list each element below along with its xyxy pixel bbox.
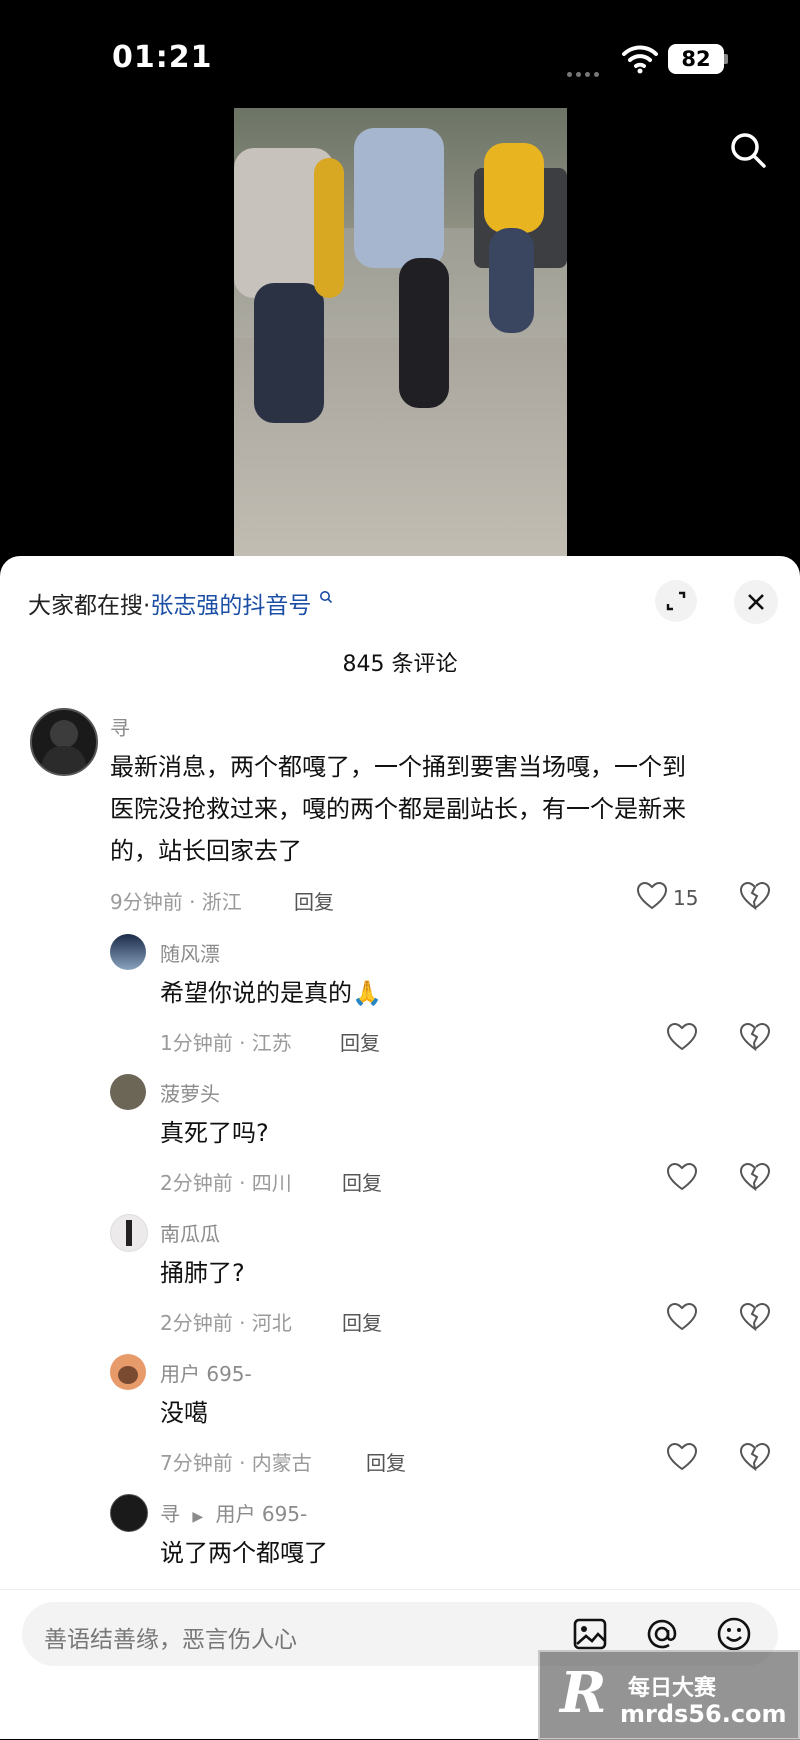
wifi-icon (622, 44, 658, 78)
reply-to-user[interactable]: 用户 695- (216, 1502, 308, 1526)
reply-button[interactable]: 回复 (294, 886, 334, 915)
heart-icon[interactable] (666, 1442, 698, 1475)
reply-username[interactable]: 用户 695- (160, 1358, 252, 1387)
comment-text-line: 医院没抢救过来，嘎的两个都是副站长，有一个是新来 (110, 795, 686, 823)
video-player[interactable] (234, 108, 567, 556)
search-suggestion-prefix: 大家都在搜· (28, 593, 151, 619)
expand-button[interactable] (655, 580, 697, 622)
heart-icon[interactable] (666, 1162, 698, 1195)
reply-username[interactable]: 南瓜瓜 (160, 1218, 220, 1247)
reply-text: 真死了吗? (160, 1119, 269, 1147)
broken-heart-icon[interactable] (739, 1442, 771, 1475)
comment-count: 845 条评论 (342, 652, 458, 677)
watermark-url: mrds56.com (620, 1700, 787, 1728)
comment-text-line: 最新消息，两个都嘎了，一个捅到要害当场嘎，一个到 (110, 753, 686, 781)
comment-text: 最新消息，两个都嘎了，一个捅到要害当场嘎，一个到 医院没抢救过来，嘎的两个都是副… (110, 746, 770, 872)
close-button[interactable] (734, 580, 778, 624)
status-time: 01:21 (112, 40, 213, 75)
reply-username[interactable]: 寻 ▶ 用户 695- (160, 1498, 307, 1527)
expand-icon (666, 591, 686, 611)
broken-heart-icon[interactable] (739, 881, 771, 914)
reply-button[interactable]: 回复 (340, 1027, 380, 1056)
reply-text: 捅肺了? (160, 1259, 245, 1287)
avatar[interactable] (110, 1074, 146, 1110)
video-caption (234, 100, 567, 118)
comment-text-line: 的，站长回家去了 (110, 837, 302, 865)
heart-icon[interactable] (666, 1022, 698, 1055)
watermark-title: 每日大赛 (628, 1676, 717, 1701)
signal-dots-icon (567, 62, 607, 77)
battery-tip (724, 54, 728, 64)
close-icon (748, 594, 764, 610)
reply-text: 说了两个都嘎了 (160, 1539, 328, 1567)
small-search-icon (319, 591, 332, 604)
reply-time-location: 2分钟前 · 河北 (160, 1311, 292, 1335)
reply-button[interactable]: 回复 (342, 1167, 382, 1196)
reply-text-content: 希望你说的是真的 (160, 979, 352, 1007)
watermark-logo: R (560, 1660, 607, 1726)
heart-icon[interactable] (636, 881, 668, 914)
search-suggestion[interactable]: 大家都在搜·张志强的抖音号 (28, 586, 333, 620)
avatar[interactable] (110, 1494, 148, 1532)
avatar[interactable] (110, 1214, 148, 1252)
reply-author[interactable]: 寻 (160, 1502, 180, 1526)
reply-button[interactable]: 回复 (366, 1447, 406, 1476)
battery-indicator: 82 (668, 44, 724, 74)
broken-heart-icon[interactable] (739, 1162, 771, 1195)
avatar[interactable] (30, 708, 98, 776)
reply-time-location: 7分钟前 · 内蒙古 (160, 1451, 312, 1475)
reply-username[interactable]: 随风漂 (160, 938, 220, 967)
comment-input-placeholder: 善语结善缘，恶言伤人心 (44, 1627, 297, 1653)
divider (0, 1589, 800, 1590)
reply-username[interactable]: 菠萝头 (160, 1078, 220, 1107)
search-icon[interactable] (728, 130, 768, 174)
reply-text: 没噶 (160, 1399, 208, 1427)
broken-heart-icon[interactable] (739, 1302, 771, 1335)
reply-button[interactable]: 回复 (342, 1307, 382, 1336)
reply-time-location: 1分钟前 · 江苏 (160, 1031, 292, 1055)
comment-time-location: 9分钟前 · 浙江 (110, 890, 242, 914)
reply-time-location: 2分钟前 · 四川 (160, 1171, 292, 1195)
play-arrow-icon: ▶ (192, 1509, 204, 1525)
reply-text: 希望你说的是真的🙏 (160, 972, 382, 1014)
like-count: 15 (673, 886, 699, 910)
comment-username[interactable]: 寻 (110, 712, 130, 741)
broken-heart-icon[interactable] (739, 1022, 771, 1055)
avatar[interactable] (110, 1354, 146, 1390)
search-suggestion-link[interactable]: 张志强的抖音号 (150, 593, 311, 619)
pray-emoji-icon: 🙏 (352, 979, 382, 1007)
heart-icon[interactable] (666, 1302, 698, 1335)
avatar[interactable] (110, 934, 146, 970)
